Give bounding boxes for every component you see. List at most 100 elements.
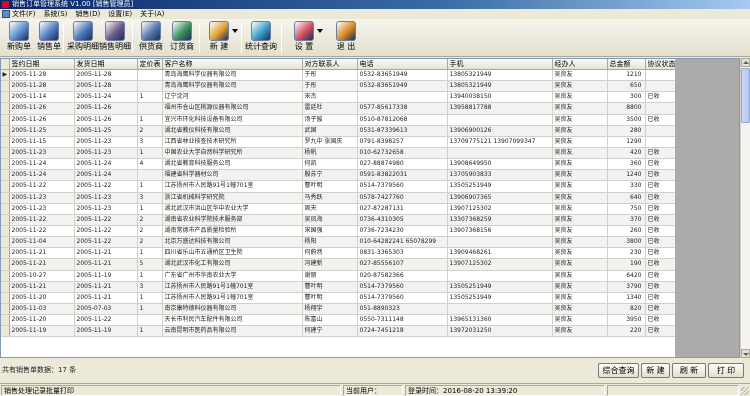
table-cell[interactable]: 吴良友 <box>552 69 608 82</box>
table-cell[interactable]: 027-85556107 <box>357 258 448 271</box>
table-cell[interactable] <box>447 270 553 282</box>
chevron-down-icon[interactable] <box>317 29 323 33</box>
table-cell[interactable]: 2005-11-21 <box>74 292 138 304</box>
table-cell[interactable]: 福建省科学器材公司 <box>162 169 303 182</box>
row-indicator[interactable] <box>1 192 10 204</box>
table-cell[interactable]: 2005-11-23 <box>9 192 75 204</box>
table-cell[interactable]: 1 <box>137 292 163 304</box>
table-cell[interactable]: 13505251949 <box>447 292 553 304</box>
table-cell[interactable]: 640 <box>607 192 646 204</box>
table-cell[interactable]: 2005-11-26 <box>74 102 138 115</box>
table-cell[interactable]: 3 <box>137 136 163 148</box>
table-row[interactable]: 2005-11-24 2005-11-24 4 湖北省教育科技服务公司 何凯 027-88… <box>1 158 676 171</box>
statistics-query-button[interactable]: 统计查询 <box>245 21 277 55</box>
table-cell[interactable]: 江苏扬州市人民路91号1幢701室 <box>162 281 303 293</box>
table-row[interactable]: 2005-11-23 2005-11-23 3 浙江省机械科学研究院 马秀跃 0578-7… <box>1 192 676 204</box>
table-row[interactable]: 2005-11-20 2005-11-21 1 江苏扬州市人民路91号1幢701室 曹叶… <box>1 292 676 304</box>
customer-button[interactable]: 订货商 <box>167 21 197 55</box>
table-cell[interactable]: 3 <box>137 192 163 204</box>
table-cell[interactable]: 杨阳 <box>302 236 358 249</box>
table-cell[interactable] <box>447 303 553 316</box>
table-cell[interactable]: 湖南常德市产品质量检验所 <box>162 225 303 238</box>
row-indicator[interactable] <box>1 303 10 316</box>
row-indicator[interactable] <box>1 180 10 193</box>
table-cell[interactable]: 天长市利民汽车配件有限公司 <box>162 314 303 327</box>
table-cell[interactable]: 1 <box>137 180 163 193</box>
row-indicator[interactable] <box>1 147 10 160</box>
table-cell[interactable]: 2005-11-21 <box>74 281 138 293</box>
table-cell[interactable]: 已收 <box>645 225 676 238</box>
table-cell[interactable]: 吴良友 <box>552 281 608 293</box>
table-cell[interactable]: 300 <box>607 91 646 104</box>
table-cell[interactable]: 冯建新 <box>302 258 358 271</box>
table-cell[interactable]: 曹叶明 <box>302 292 358 304</box>
table-cell[interactable]: 330 <box>607 180 646 193</box>
table-cell[interactable]: 2005-11-24 <box>74 91 138 104</box>
table-cell[interactable]: 2005-11-25 <box>9 125 75 137</box>
vertical-scrollbar[interactable] <box>740 58 750 358</box>
table-cell[interactable]: 027-88874980 <box>357 158 448 171</box>
table-cell[interactable] <box>137 169 163 182</box>
table-cell[interactable]: 13805321949 <box>447 80 553 93</box>
table-cell[interactable]: 已收 <box>645 158 676 171</box>
table-cell[interactable] <box>137 314 163 327</box>
app-menu-icon[interactable] <box>2 10 10 18</box>
table-cell[interactable]: 已收 <box>645 192 676 204</box>
table-cell[interactable]: 0532-83651949 <box>357 69 448 82</box>
table-cell[interactable]: 陈富山 <box>302 314 358 327</box>
table-cell[interactable]: 2005-11-26 <box>9 102 75 115</box>
table-cell[interactable]: 2005-11-22 <box>74 214 138 226</box>
table-cell[interactable]: 于彤 <box>302 69 358 82</box>
table-cell[interactable]: 1 <box>137 114 163 126</box>
table-row[interactable]: 2005-11-15 2005-11-23 3 江西省林业核查技术研究所 罗九中 张国庆… <box>1 136 676 148</box>
table-cell[interactable]: 何凯 <box>302 158 358 171</box>
table-cell[interactable]: 2005-11-22 <box>74 180 138 193</box>
row-indicator[interactable] <box>1 314 10 327</box>
table-cell[interactable]: 吴良友 <box>552 270 608 282</box>
table-cell[interactable]: 1210 <box>607 69 646 82</box>
table-cell[interactable]: 2005-11-03 <box>9 303 75 316</box>
scroll-down-icon[interactable] <box>741 349 750 358</box>
table-cell[interactable]: 已收 <box>645 169 676 182</box>
table-cell[interactable]: 2005-11-28 <box>9 69 75 82</box>
table-cell[interactable]: 吴良友 <box>552 114 608 126</box>
table-cell[interactable]: 6420 <box>607 270 646 282</box>
table-cell[interactable]: 3800 <box>607 236 646 249</box>
table-cell[interactable]: 2005-11-28 <box>74 69 138 82</box>
table-cell[interactable]: 浙江省机械科学研究院 <box>162 192 303 204</box>
table-cell[interactable]: 1 <box>137 247 163 260</box>
row-indicator[interactable] <box>1 91 10 104</box>
table-cell[interactable]: 2005-11-28 <box>74 80 138 93</box>
table-cell[interactable]: 2005-11-22 <box>74 314 138 327</box>
table-cell[interactable]: 已收 <box>645 91 676 104</box>
table-cell[interactable]: 3950 <box>607 314 646 327</box>
table-cell[interactable]: 吴良友 <box>552 192 608 204</box>
table-cell[interactable]: 020-87582366 <box>357 270 448 282</box>
row-indicator[interactable] <box>1 247 10 260</box>
table-row[interactable]: 2005-11-23 2005-11-23 1 湖北武汉市洪山区华中农业大学 周天 027… <box>1 203 676 215</box>
column-header[interactable]: 客户名称 <box>162 59 303 70</box>
table-cell[interactable]: 吴良友 <box>552 314 608 327</box>
table-cell[interactable]: 2 <box>137 214 163 226</box>
table-cell[interactable]: 420 <box>607 147 646 160</box>
table-cell[interactable]: 2005-11-23 <box>74 192 138 204</box>
current-row-indicator-icon[interactable]: ▶ <box>1 69 10 82</box>
table-cell[interactable]: 湖北武汉市化工有限公司 <box>162 258 303 271</box>
row-indicator[interactable] <box>1 258 10 271</box>
table-cell[interactable]: 3 <box>137 281 163 293</box>
table-cell[interactable]: 青岛海鹰科学仪器有限公司 <box>162 69 303 82</box>
table-cell[interactable]: 3500 <box>607 114 646 126</box>
table-cell[interactable]: 13907125302 <box>447 258 553 271</box>
row-indicator[interactable] <box>1 125 10 137</box>
table-cell[interactable]: 青岛海鹰科学仪器有限公司 <box>162 80 303 93</box>
table-cell[interactable]: 0514-7379560 <box>357 281 448 293</box>
table-cell[interactable]: 5 <box>137 258 163 271</box>
table-cell[interactable]: 江苏扬州市人民路91号1幢701室 <box>162 292 303 304</box>
table-cell[interactable]: 宋杰 <box>302 91 358 104</box>
table-cell[interactable]: 0831-3365303 <box>357 247 448 260</box>
row-indicator[interactable] <box>1 281 10 293</box>
column-header[interactable]: 电话 <box>357 59 448 70</box>
table-cell[interactable]: 2 <box>137 125 163 137</box>
table-row[interactable]: 2005-11-20 2005-11-22 天长市利民汽车配件有限公司 陈富山 0550… <box>1 314 676 327</box>
table-cell[interactable]: 13705903833 <box>447 169 553 182</box>
